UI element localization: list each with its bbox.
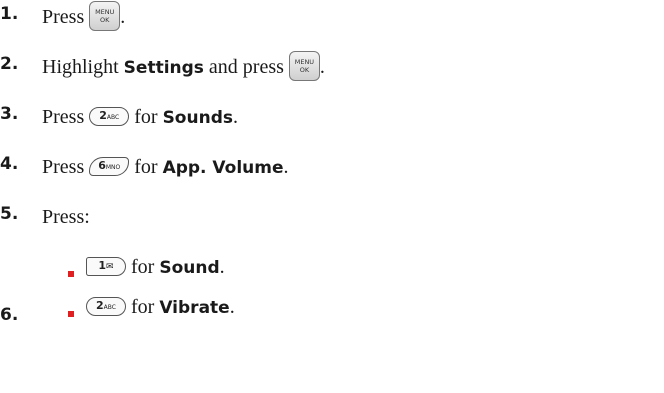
substep-vibrate: 2ABC for Vibrate. (86, 290, 235, 325)
step-bold: Vibrate (159, 298, 230, 318)
step-text: Press (42, 106, 85, 128)
step-number: 6. (0, 305, 19, 325)
step-bold: App. Volume (162, 158, 284, 178)
step-text: for (134, 106, 158, 128)
step-text: . (319, 56, 325, 78)
key-label: MENU (294, 58, 315, 67)
step-number: 1. (0, 4, 19, 24)
key-label: 1 (98, 258, 107, 272)
step-bold: Settings (123, 58, 204, 78)
step-text: for (131, 256, 155, 278)
menu-ok-key-icon: MENU OK (89, 1, 121, 32)
step-number: 2. (0, 54, 19, 74)
key-label: OK (299, 66, 310, 75)
key-label: 6 (98, 158, 106, 172)
bullet-icon (68, 311, 74, 317)
key-label: ABC (106, 113, 120, 121)
step-4: Press 6MNO for App. Volume. (42, 150, 289, 185)
key-label: ABC (103, 303, 116, 311)
step-text: . (232, 106, 238, 128)
step-text: for (131, 296, 155, 318)
step-bold: Sounds (162, 108, 233, 128)
step-text: for (134, 156, 158, 178)
instructions-document: 1. Press MENU OK. 2. Highlight Settings a… (0, 0, 664, 393)
key-label: ✉ (106, 261, 114, 272)
step-text: Press (42, 6, 85, 28)
step-text: and press (208, 56, 284, 78)
step-1: Press MENU OK. (42, 0, 125, 34)
step-text: Highlight (42, 56, 119, 78)
step-text: Press (42, 156, 85, 178)
step-number: 5. (0, 204, 19, 224)
key-6-mno-icon: 6MNO (89, 156, 130, 176)
key-1-voicemail-icon: 1✉ (86, 256, 126, 276)
key-label: OK (100, 16, 110, 25)
step-text: Press: (42, 206, 90, 228)
key-2-abc-icon: 2ABC (86, 296, 126, 316)
step-number: 4. (0, 154, 19, 174)
substep-sound: 1✉ for Sound. (86, 250, 225, 285)
step-text: . (283, 156, 289, 178)
step-bold: Sound (159, 258, 220, 278)
key-label: 2 (99, 108, 107, 122)
step-5: Press: (42, 200, 90, 234)
bullet-icon (68, 271, 74, 277)
step-text: . (219, 256, 225, 278)
step-2: Highlight Settings and press MENU OK. (42, 50, 325, 85)
key-label: 2 (96, 298, 104, 312)
step-text: . (229, 296, 235, 318)
key-2-abc-icon: 2ABC (89, 106, 130, 126)
key-label: MENU (95, 8, 115, 17)
key-label: MNO (105, 163, 121, 171)
step-3: Press 2ABC for Sounds. (42, 100, 238, 135)
menu-ok-key-icon: MENU OK (288, 51, 320, 82)
step-number: 3. (0, 104, 19, 124)
step-text: . (120, 6, 126, 28)
